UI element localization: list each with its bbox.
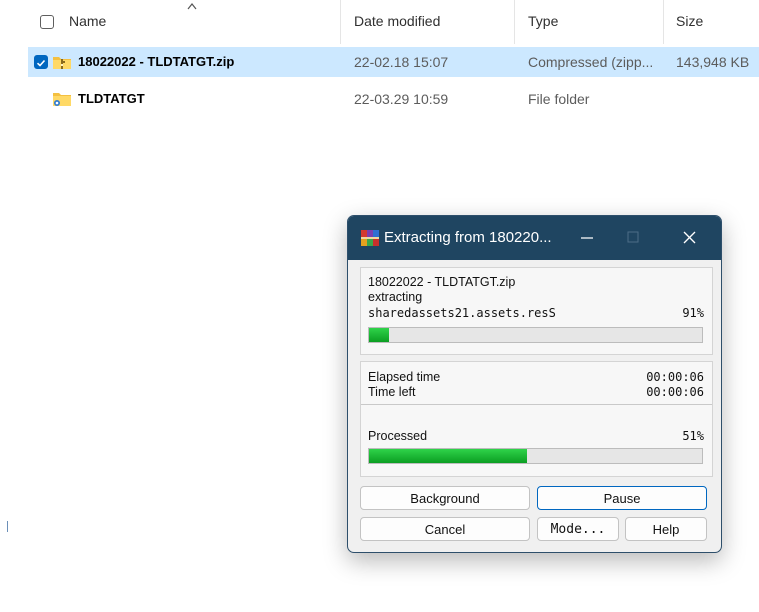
file-type: Compressed (zipp... xyxy=(528,54,654,70)
column-divider[interactable] xyxy=(663,0,664,44)
file-row[interactable]: 18022022 - TLDTATGT.zip 22-02.18 15:07 C… xyxy=(28,47,759,77)
processed-label: Processed xyxy=(368,429,428,443)
file-percent: 91% xyxy=(682,306,704,320)
dialog-titlebar[interactable]: Extracting from 180220... xyxy=(348,216,721,260)
close-icon[interactable] xyxy=(666,216,712,260)
column-header-name[interactable]: Name xyxy=(69,13,106,29)
sort-ascending-icon[interactable] xyxy=(186,2,198,10)
processed-progress-fill xyxy=(369,449,528,463)
checkmark-icon xyxy=(36,59,46,67)
scroll-marker xyxy=(7,521,8,532)
winrar-icon xyxy=(361,230,379,246)
elapsed-time-label: Elapsed time xyxy=(368,370,441,384)
file-progress-fill xyxy=(369,328,389,342)
folder-icon xyxy=(53,93,71,106)
file-date-modified: 22-03.29 10:59 xyxy=(354,91,449,107)
column-header-type[interactable]: Type xyxy=(528,13,558,29)
time-left-value: 00:00:06 xyxy=(646,385,704,399)
file-type: File folder xyxy=(528,91,590,107)
select-all-checkbox[interactable] xyxy=(40,15,54,29)
time-left-label: Time left xyxy=(368,385,416,399)
extraction-dialog: Extracting from 180220... 18022022 - TLD… xyxy=(347,215,722,553)
section-divider xyxy=(361,404,712,405)
file-row[interactable]: TLDTATGT 22-03.29 10:59 File folder xyxy=(28,84,759,114)
processed-progress-bar xyxy=(368,448,703,464)
column-divider[interactable] xyxy=(340,0,341,44)
cancel-button[interactable]: Cancel xyxy=(360,517,530,541)
mode-button[interactable]: Mode... xyxy=(537,517,619,541)
file-progress-group: 18022022 - TLDTATGT.zip extracting share… xyxy=(360,267,713,355)
pause-button[interactable]: Pause xyxy=(537,486,707,510)
background-button[interactable]: Background xyxy=(360,486,530,510)
file-progress-bar xyxy=(368,327,703,343)
action-label: extracting xyxy=(368,290,423,304)
current-file-name: sharedassets21.assets.resS xyxy=(368,306,556,320)
file-name[interactable]: TLDTATGT xyxy=(78,91,145,106)
column-header-date[interactable]: Date modified xyxy=(354,13,440,29)
file-date-modified: 22-02.18 15:07 xyxy=(354,54,449,70)
elapsed-time-value: 00:00:06 xyxy=(646,370,704,384)
processed-percent: 51% xyxy=(682,429,704,443)
row-checkbox[interactable] xyxy=(34,55,48,69)
help-button[interactable]: Help xyxy=(625,517,707,541)
dialog-title: Extracting from 180220... xyxy=(384,229,552,246)
file-name[interactable]: 18022022 - TLDTATGT.zip xyxy=(78,54,234,69)
column-header-size[interactable]: Size xyxy=(676,13,703,29)
zip-folder-icon xyxy=(53,57,71,69)
totals-group: Elapsed time 00:00:06 Time left 00:00:06… xyxy=(360,361,713,477)
file-size: 143,948 KB xyxy=(676,54,750,70)
column-divider[interactable] xyxy=(514,0,515,44)
column-header-row: Name Date modified Type Size xyxy=(0,0,759,44)
minimize-icon[interactable] xyxy=(564,216,610,260)
archive-name: 18022022 - TLDTATGT.zip xyxy=(368,275,516,289)
maximize-icon[interactable] xyxy=(610,216,656,260)
